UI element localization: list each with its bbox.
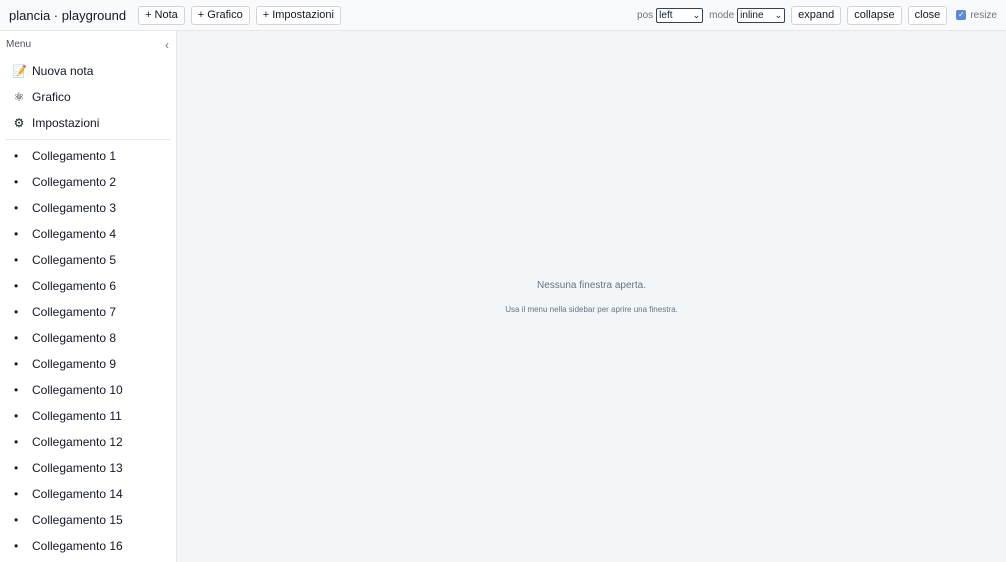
sidebar-link-label: Collegamento 16 (32, 539, 123, 553)
sidebar-link-item[interactable]: • Collegamento 13 (0, 455, 176, 481)
bullet-icon: • (14, 201, 19, 215)
bullet-icon: • (14, 149, 19, 163)
sidebar-link-label: Collegamento 8 (32, 331, 117, 345)
sidebar-link-item[interactable]: • Collegamento 8 (0, 325, 176, 351)
sidebar-link-label: Collegamento 11 (32, 409, 122, 423)
bullet-icon: • (14, 227, 19, 241)
pos-select[interactable]: left ⌄ (656, 7, 704, 23)
chevron-left-icon[interactable]: ‹ (165, 38, 169, 52)
sidebar-link-label: Collegamento 15 (32, 513, 123, 527)
add-grafico-button[interactable]: + Grafico (190, 5, 250, 25)
sidebar-link-item[interactable]: • Collegamento 4 (0, 221, 176, 247)
sidebar-item-label: Grafico (32, 90, 71, 104)
sidebar-link-item[interactable]: • Collegamento 1 (0, 143, 176, 169)
sidebar-link-label: Collegamento 12 (32, 435, 123, 449)
gear-icon: ⚙ (13, 116, 25, 130)
bullet-icon: • (14, 357, 19, 371)
sidebar-item-label: Nuova nota (32, 64, 94, 78)
sidebar-header: Menu ‹ (0, 31, 176, 58)
sidebar-link-item[interactable]: • Collegamento 14 (0, 481, 176, 507)
bullet-icon: • (14, 175, 19, 189)
sidebar-link-item[interactable]: • Collegamento 16 (0, 533, 176, 559)
sidebar-link-label: Collegamento 9 (32, 357, 117, 371)
collapse-button[interactable]: collapse (847, 5, 902, 25)
resize-label: resize (970, 9, 997, 21)
bullet-icon: • (14, 331, 19, 345)
sidebar-link-item[interactable]: • Collegamento 7 (0, 299, 176, 325)
sidebar-link-label: Collegamento 3 (32, 201, 117, 215)
sidebar-link-label: Collegamento 2 (32, 175, 117, 189)
sidebar-link-item[interactable]: • Collegamento 6 (0, 273, 176, 299)
chevron-down-icon: ⌄ (692, 9, 701, 20)
add-nota-button[interactable]: + Nota (138, 5, 185, 25)
bullet-icon: • (14, 279, 19, 293)
bullet-icon: • (14, 409, 19, 423)
add-impostazioni-button[interactable]: + Impostazioni (255, 5, 341, 25)
mode-select[interactable]: inline ⌄ (737, 7, 786, 23)
sidebar-link-item[interactable]: • Collegamento 12 (0, 429, 176, 455)
bullet-icon: • (14, 513, 19, 527)
bullet-icon: • (14, 487, 19, 501)
mode-label: mode (709, 9, 735, 21)
sidebar-link-item[interactable]: • Collegamento 10 (0, 377, 176, 403)
sidebar-link-label: Collegamento 5 (32, 253, 117, 267)
top-toolbar: plancia · playground + Nota + Grafico + … (0, 0, 1006, 31)
sidebar-link-label: Collegamento 6 (32, 279, 117, 293)
sidebar-links: • Collegamento 1 • Collegamento 2 • Collegame… (0, 143, 176, 559)
sidebar-link-label: Collegamento 4 (32, 227, 117, 241)
empty-state-subtitle: Usa il menu nella sidebar per aprire una… (505, 305, 678, 314)
memo-icon: 📝 (12, 64, 27, 78)
sidebar-link-label: Collegamento 1 (32, 149, 117, 163)
sidebar-title: Menu (6, 39, 32, 50)
sidebar-link-item[interactable]: • Collegamento 2 (0, 169, 176, 195)
sidebar: Menu ‹ 📝 Nuova nota ⚛ Grafico ⚙ Impostaz… (0, 31, 177, 562)
empty-state-title: Nessuna finestra aperta. (537, 280, 646, 291)
sidebar-link-item[interactable]: • Collegamento 3 (0, 195, 176, 221)
pos-label: pos (637, 9, 654, 21)
sidebar-link-item[interactable]: • Collegamento 15 (0, 507, 176, 533)
sidebar-item-nuova-nota[interactable]: 📝 Nuova nota (0, 58, 176, 84)
bullet-icon: • (14, 305, 19, 319)
main-area: Nessuna finestra aperta. Usa il menu nel… (177, 31, 1006, 562)
expand-button[interactable]: expand (791, 5, 842, 25)
sidebar-item-impostazioni[interactable]: ⚙ Impostazioni (0, 110, 176, 136)
pos-select-value: left (659, 9, 673, 21)
sidebar-link-item[interactable]: • Collegamento 9 (0, 351, 176, 377)
app-title: plancia · playground (9, 7, 127, 23)
resize-checkbox[interactable]: ✓ (956, 10, 967, 20)
sidebar-link-item[interactable]: • Collegamento 11 (0, 403, 176, 429)
bullet-icon: • (14, 539, 19, 553)
atom-icon: ⚛ (13, 90, 25, 104)
sidebar-divider (6, 139, 170, 140)
sidebar-item-grafico[interactable]: ⚛ Grafico (0, 84, 176, 110)
sidebar-link-label: Collegamento 14 (32, 487, 123, 501)
sidebar-link-label: Collegamento 13 (32, 461, 123, 475)
bullet-icon: • (14, 435, 19, 449)
sidebar-item-label: Impostazioni (32, 116, 100, 130)
close-button[interactable]: close (907, 5, 948, 25)
sidebar-link-item[interactable]: • Collegamento 5 (0, 247, 176, 273)
sidebar-link-label: Collegamento 10 (32, 383, 123, 397)
bullet-icon: • (14, 461, 19, 475)
mode-select-value: inline (740, 9, 764, 21)
sidebar-link-label: Collegamento 7 (32, 305, 117, 319)
bullet-icon: • (14, 383, 19, 397)
bullet-icon: • (14, 253, 19, 267)
chevron-down-icon: ⌄ (774, 9, 783, 20)
